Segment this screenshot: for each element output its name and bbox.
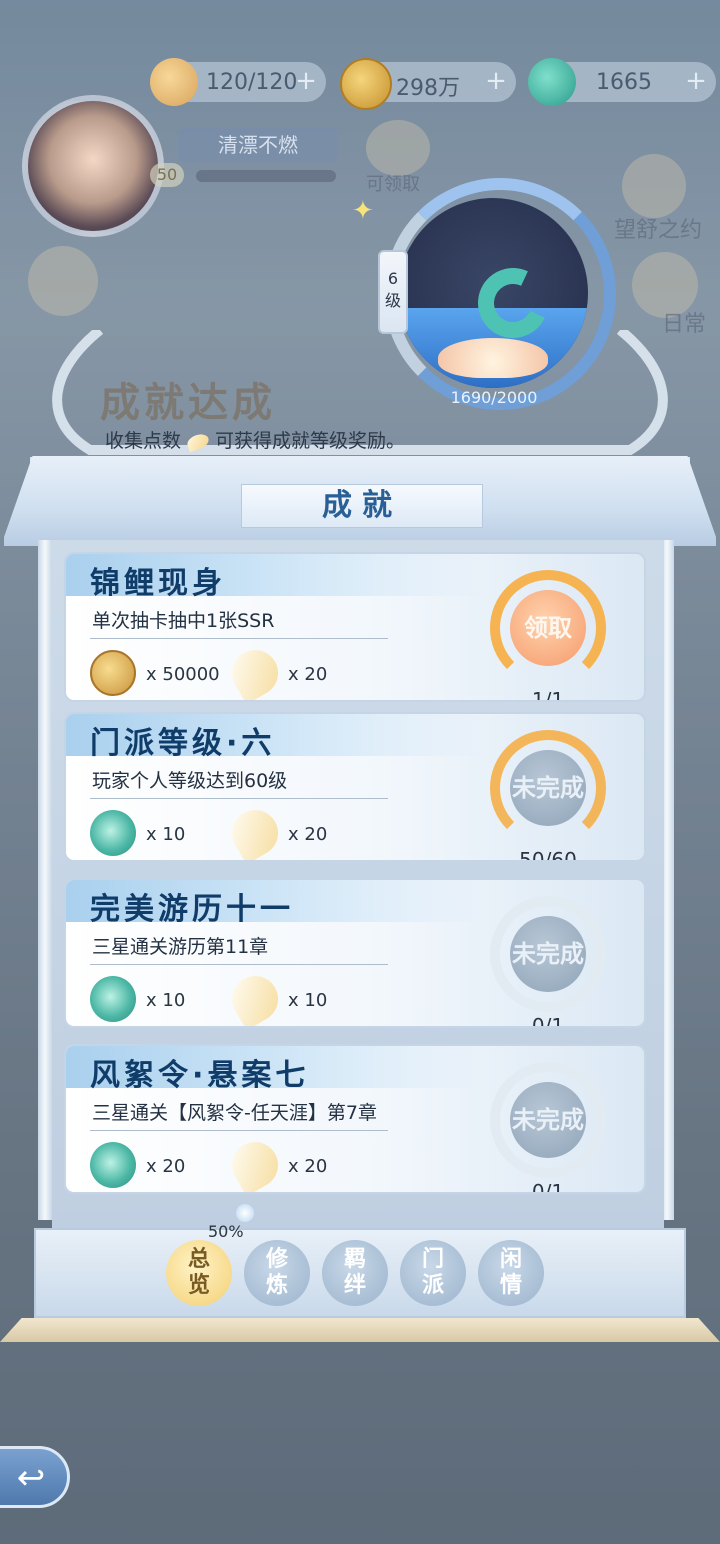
tab-label: 羁 (343, 1247, 366, 1272)
tab-label: 绊 (343, 1273, 366, 1298)
petal-icon (223, 967, 287, 1026)
jade-value: 1665 (596, 70, 652, 95)
player-level-badge: 50 (150, 163, 184, 187)
gold-value: 298万 (396, 76, 460, 101)
back-arrow-icon: ↩ (16, 1458, 46, 1498)
achievement-card: 完美游历十一 三星通关游历第11章 x 10 x 10 未完成 0/1 (64, 878, 646, 1028)
divider (90, 798, 388, 799)
petal-icon (223, 1133, 287, 1192)
achievement-level-tag: 6级 (378, 250, 408, 334)
achievement-points-progress: 1690/2000 (450, 388, 538, 407)
player-avatar[interactable] (22, 95, 164, 237)
achievement-count: 1/1 (531, 688, 565, 702)
petal-icon (185, 431, 211, 452)
tab-label: 总 (187, 1247, 210, 1272)
tab-label: 派 (421, 1273, 444, 1298)
claimable-gift-icon (366, 120, 430, 176)
tab-label: 览 (187, 1273, 210, 1298)
add-jade-button[interactable]: + (682, 68, 710, 96)
player-name: 清漂不燃 (178, 128, 338, 162)
hint-text-after: 可获得成就等级奖励。 (215, 430, 406, 452)
incomplete-badge: 未完成 (510, 750, 586, 826)
achievement-desc: 三星通关游历第11章 (92, 936, 269, 958)
add-stamina-button[interactable]: + (292, 68, 320, 96)
reward-qty: x 50000 (146, 664, 220, 685)
currency-bar: 120/120 + 298万 + 1665 + (150, 56, 720, 110)
reward-qty: x 10 (146, 824, 186, 845)
dream-event-label: 望舒之约 (614, 218, 703, 243)
jade-icon (90, 1142, 136, 1188)
achievement-name: 完美游历十一 (90, 892, 294, 927)
achievement-level-medallion[interactable]: 1690/2000 (374, 178, 626, 428)
reward-qty: x 20 (146, 1156, 186, 1177)
reward-qty: x 10 (146, 990, 186, 1011)
dream-event-icon (622, 154, 686, 218)
tab-label: 炼 (265, 1273, 288, 1298)
achievement-status: 未完成 0/1 (490, 896, 606, 1026)
incomplete-badge: 未完成 (510, 1082, 586, 1158)
jade-icon (528, 58, 576, 106)
achievement-desc: 单次抽卡抽中1张SSR (92, 610, 275, 632)
panel-title: 成就 (241, 484, 483, 528)
tab-bonds[interactable]: 羁 绊 (322, 1240, 388, 1306)
achievement-desc: 三星通关【风絮令-任天涯】第7章 (92, 1102, 377, 1124)
gold-coin-icon (90, 650, 136, 696)
tab-label: 修 (265, 1247, 288, 1272)
achievement-name: 锦鲤现身 (90, 566, 226, 601)
achievement-card: 门派等级·六 玩家个人等级达到60级 x 10 x 20 未完成 50/60 (64, 712, 646, 862)
achievement-count: 0/1 (531, 1180, 565, 1194)
cat-token-icon (150, 58, 198, 106)
achievement-status: 未完成 50/60 (490, 730, 606, 860)
claim-button[interactable]: 领取 (510, 590, 586, 666)
tab-sect[interactable]: 门 派 (400, 1240, 466, 1306)
petal-icon (223, 641, 287, 700)
left-pillar (38, 540, 52, 1220)
divider (90, 638, 388, 639)
jade-counter: 1665 + (528, 58, 716, 106)
back-button[interactable]: ↩ (0, 1446, 70, 1508)
reward-hint: 收集点数 可获得成就等级奖励。 (105, 426, 405, 453)
jade-icon (90, 810, 136, 856)
event-gift-icon (28, 246, 98, 316)
player-exp-bar (196, 170, 336, 182)
achievement-count: 50/60 (519, 848, 577, 862)
gold-coin-icon (340, 58, 392, 110)
achievement-desc: 玩家个人等级达到60级 (92, 770, 288, 792)
achievement-status: 未完成 0/1 (490, 1062, 606, 1192)
hint-text-before: 收集点数 (105, 430, 182, 452)
reward-qty: x 20 (288, 1156, 328, 1177)
tab-cultivation[interactable]: 修 炼 (244, 1240, 310, 1306)
incomplete-badge: 未完成 (510, 916, 586, 992)
achievement-card: 锦鲤现身 单次抽卡抽中1张SSR x 50000 x 20 领取 1/1 (64, 552, 646, 702)
divider (90, 1130, 388, 1131)
divider (90, 964, 388, 965)
tab-overview[interactable]: 总 览 (166, 1240, 232, 1306)
tab-bar-base (0, 1318, 720, 1342)
sparkle-icon: ✦ (352, 196, 374, 226)
add-gold-button[interactable]: + (482, 68, 510, 96)
achievement-card: 风絮令·悬案七 三星通关【风絮令-任天涯】第7章 x 20 x 20 未完成 0… (64, 1044, 646, 1194)
stamina-counter: 120/120 + (150, 58, 326, 106)
reward-qty: x 20 (288, 664, 328, 685)
tab-leisure[interactable]: 闲 情 (478, 1240, 544, 1306)
tab-label: 闲 (499, 1247, 522, 1272)
achievement-status: 领取 1/1 (490, 570, 606, 700)
achievement-name: 风絮令·悬案七 (90, 1058, 310, 1093)
tab-label: 情 (499, 1273, 522, 1298)
overall-percent: 50% (208, 1222, 244, 1241)
lotus-icon (438, 338, 548, 378)
achievement-name: 门派等级·六 (90, 726, 276, 761)
stamina-value: 120/120 (206, 70, 298, 95)
flower-icon (236, 1204, 254, 1222)
petal-icon (223, 801, 287, 860)
gold-counter: 298万 + (340, 58, 516, 110)
achievement-count: 0/1 (531, 1014, 565, 1028)
reward-qty: x 10 (288, 990, 328, 1011)
reward-qty: x 20 (288, 824, 328, 845)
tab-label: 门 (421, 1247, 444, 1272)
jade-icon (90, 976, 136, 1022)
